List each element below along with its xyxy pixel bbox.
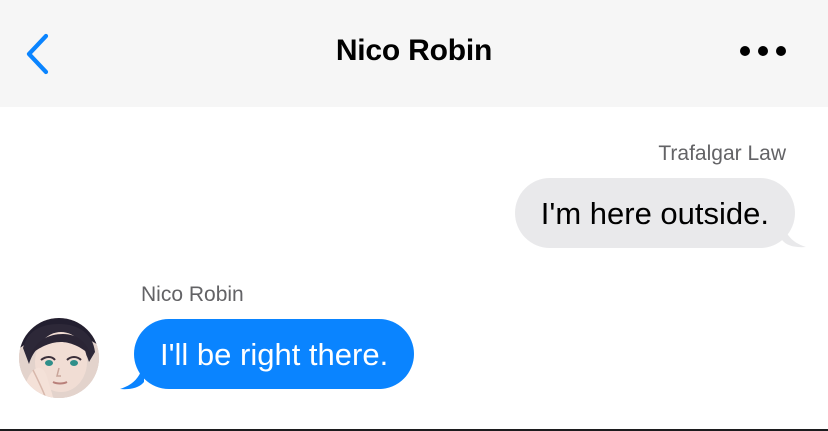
conversation-title: Nico Robin [335,34,493,67]
message-bubble-outgoing[interactable]: I'm here outside. [514,178,795,248]
message-text: I'll be right there. [160,337,389,372]
contact-avatar[interactable] [19,318,99,398]
chat-screen: Nico Robin Trafalgar Law I'm here outsid… [0,0,828,431]
sender-name-incoming: Nico Robin [141,283,244,306]
message-text: I'm here outside. [540,196,769,231]
avatar-image [19,318,99,398]
navigation-bar: Nico Robin [0,0,828,107]
sender-name-outgoing: Trafalgar Law [658,142,786,165]
more-options-button[interactable] [730,34,796,68]
ellipsis-icon [740,46,786,56]
message-bubble-incoming[interactable]: I'll be right there. [134,319,415,389]
